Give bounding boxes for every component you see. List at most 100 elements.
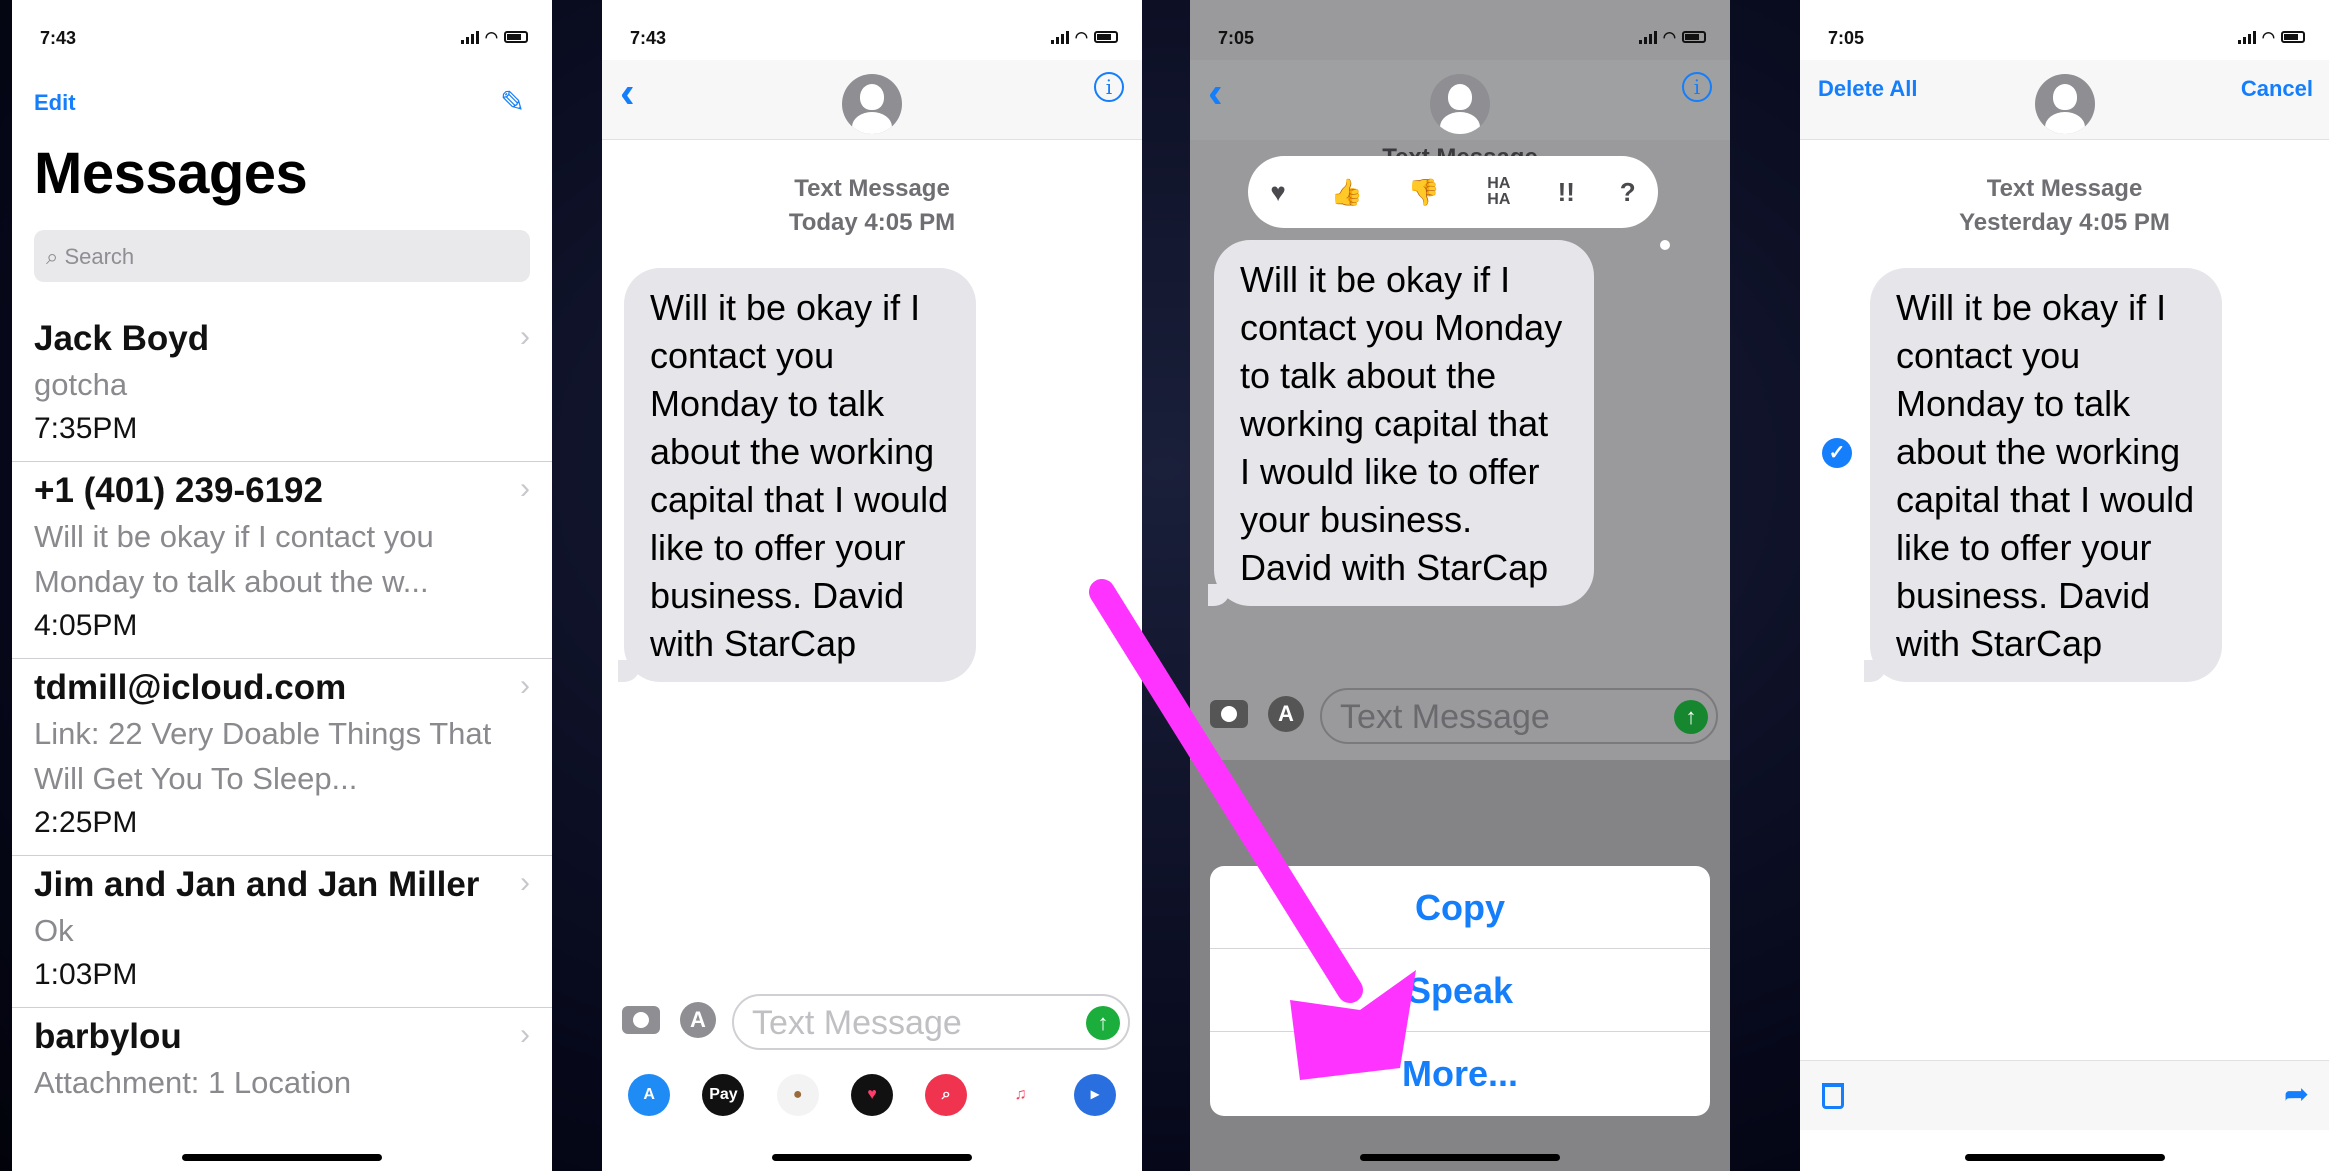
compose-icon[interactable]: ✎	[500, 88, 530, 118]
message-bubble: Will it be okay if I contact you Monday …	[1208, 240, 1594, 606]
status-icons: ◠	[2237, 28, 2305, 46]
chat-header: ‹ i	[1190, 60, 1730, 140]
status-icons: ◠	[1638, 28, 1706, 46]
tapback-question-icon[interactable]: ?	[1620, 177, 1636, 208]
conversation-time: 2:25PM	[34, 806, 138, 839]
wifi-icon: ◠	[1662, 29, 1676, 46]
copy-button[interactable]: Copy	[1210, 866, 1710, 949]
trash-icon[interactable]	[1822, 1083, 1844, 1109]
conversation-preview: Link: 22 Very Doable Things That Will Ge…	[34, 716, 492, 796]
message-input-placeholder: Text Message	[752, 1004, 962, 1042]
avatar[interactable]	[2034, 74, 2095, 134]
conversation-name: Jim and Jan and Jan Miller	[34, 865, 480, 904]
status-bar: 7:43 ◠	[12, 28, 552, 58]
info-icon[interactable]: i	[1094, 72, 1124, 102]
avatar[interactable]	[842, 74, 902, 134]
music-app-icon[interactable]: ♫	[999, 1074, 1042, 1116]
info-icon[interactable]: i	[1682, 72, 1712, 102]
message-service-label: Text Message	[1986, 175, 2143, 202]
chevron-left-icon[interactable]: ‹	[620, 68, 635, 118]
message-meta: Text Message Today 4:05 PM	[602, 172, 1142, 240]
tapback-heart-icon[interactable]: ♥	[1270, 177, 1285, 208]
tapback-tail	[1660, 240, 1670, 250]
nav-bar: Edit ✎	[34, 88, 530, 118]
battery-icon	[1094, 31, 1118, 43]
list-item[interactable]: barbylou Attachment: 1 Location ›	[12, 1008, 552, 1115]
message-bubble[interactable]: Will it be okay if I contact you Monday …	[618, 268, 976, 682]
phone-message-actions: 7:05 ◠ ‹ i Text Message ♥ 👍 👎 HA HA !! ?…	[1190, 0, 1730, 1171]
tapback-thumbs-up-icon[interactable]: 👍	[1331, 177, 1363, 208]
input-row: A Text Message ↑	[1190, 682, 1730, 752]
more-apps-icon[interactable]: ▸	[1073, 1074, 1116, 1116]
signal-icon	[1638, 30, 1657, 44]
wifi-icon: ◠	[2261, 29, 2275, 46]
list-item[interactable]: tdmill@icloud.com Link: 22 Very Doable T…	[12, 659, 552, 856]
tapback-haha-icon[interactable]: HA HA	[1485, 176, 1513, 208]
wifi-icon: ◠	[484, 29, 498, 46]
conversation-name: +1 (401) 239-6192	[34, 471, 323, 510]
app-store-app-icon[interactable]: A	[628, 1074, 671, 1116]
action-sheet: Copy Speak More...	[1210, 866, 1710, 1116]
cancel-button[interactable]: Cancel	[2241, 76, 2313, 102]
checkmark-icon[interactable]: ✓	[1822, 438, 1852, 468]
phone-messages-list: 7:43 ◠ Edit ✎ Messages ⌕ Search Jack Boy…	[12, 0, 552, 1171]
message-timestamp: Today 4:05 PM	[788, 209, 956, 236]
conversation-time: 1:03PM	[34, 958, 138, 991]
conversation-name: barbylou	[34, 1017, 182, 1056]
message-meta: Text Message Yesterday 4:05 PM	[1800, 172, 2329, 240]
signal-icon	[460, 30, 479, 44]
conversation-preview: Will it be okay if I contact you Monday …	[34, 519, 434, 599]
more-button[interactable]: More...	[1210, 1032, 1710, 1115]
message-input[interactable]: Text Message ↑	[732, 994, 1130, 1050]
battery-icon	[504, 31, 528, 43]
conversation-name: Jack Boyd	[34, 319, 210, 358]
delete-all-button[interactable]: Delete All	[1818, 76, 1917, 102]
conversation-name: tdmill@icloud.com	[34, 668, 347, 707]
list-item[interactable]: Jack Boyd gotcha 7:35PM ›	[12, 310, 552, 462]
tapback-exclamation-icon[interactable]: !!	[1558, 177, 1575, 208]
chevron-right-icon: ›	[520, 866, 530, 899]
chevron-right-icon: ›	[520, 669, 530, 702]
list-item[interactable]: Jim and Jan and Jan Miller Ok 1:03PM ›	[12, 856, 552, 1008]
chevron-left-icon[interactable]: ‹	[1208, 68, 1223, 118]
message-service-label: Text Message	[794, 175, 950, 202]
list-item[interactable]: +1 (401) 239-6192 Will it be okay if I c…	[12, 462, 552, 659]
message-timestamp: Yesterday 4:05 PM	[1959, 209, 2170, 236]
input-row: A Text Message ↑	[602, 988, 1142, 1058]
avatar[interactable]	[1430, 74, 1490, 134]
status-icons: ◠	[1050, 28, 1118, 46]
message-input[interactable]: Text Message ↑	[1320, 688, 1718, 744]
speak-button[interactable]: Speak	[1210, 949, 1710, 1032]
send-arrow-icon[interactable]: ↑	[1086, 1006, 1120, 1040]
animoji-app-icon[interactable]: ●	[776, 1074, 819, 1116]
status-icons: ◠	[460, 28, 528, 46]
tapback-bar: ♥ 👍 👎 HA HA !! ?	[1248, 156, 1658, 228]
images-search-app-icon[interactable]: ⌕	[925, 1074, 968, 1116]
tapback-thumbs-down-icon[interactable]: 👎	[1408, 177, 1440, 208]
camera-icon[interactable]	[622, 1006, 660, 1034]
home-indicator	[182, 1154, 382, 1161]
conversation-preview: gotcha	[34, 367, 128, 402]
home-indicator	[1360, 1154, 1560, 1161]
battery-icon	[1682, 31, 1706, 43]
share-icon[interactable]: ➦	[2284, 1077, 2309, 1112]
status-time: 7:05	[1218, 28, 1255, 48]
search-input[interactable]: ⌕ Search	[34, 230, 530, 282]
edit-toolbar: ➦	[1800, 1060, 2329, 1130]
conversation-preview: Ok	[34, 913, 74, 948]
wifi-icon: ◠	[1074, 29, 1088, 46]
conversation-time: 4:05PM	[34, 609, 138, 642]
chevron-right-icon: ›	[520, 1018, 530, 1051]
apple-pay-app-icon[interactable]: Pay	[702, 1074, 745, 1116]
status-bar: 7:43 ◠	[602, 28, 1142, 58]
message-bubble[interactable]: Will it be okay if I contact you Monday …	[1864, 268, 2222, 682]
status-bar: 7:05 ◠	[1800, 28, 2329, 58]
edit-button[interactable]: Edit	[34, 90, 76, 116]
digital-touch-app-icon[interactable]: ♥	[850, 1074, 893, 1116]
app-store-icon[interactable]: A	[680, 1002, 716, 1038]
chevron-right-icon: ›	[520, 320, 530, 353]
camera-icon[interactable]	[1210, 700, 1248, 728]
send-arrow-icon[interactable]: ↑	[1674, 700, 1708, 734]
app-store-icon[interactable]: A	[1268, 696, 1304, 732]
status-time: 7:43	[630, 28, 667, 48]
